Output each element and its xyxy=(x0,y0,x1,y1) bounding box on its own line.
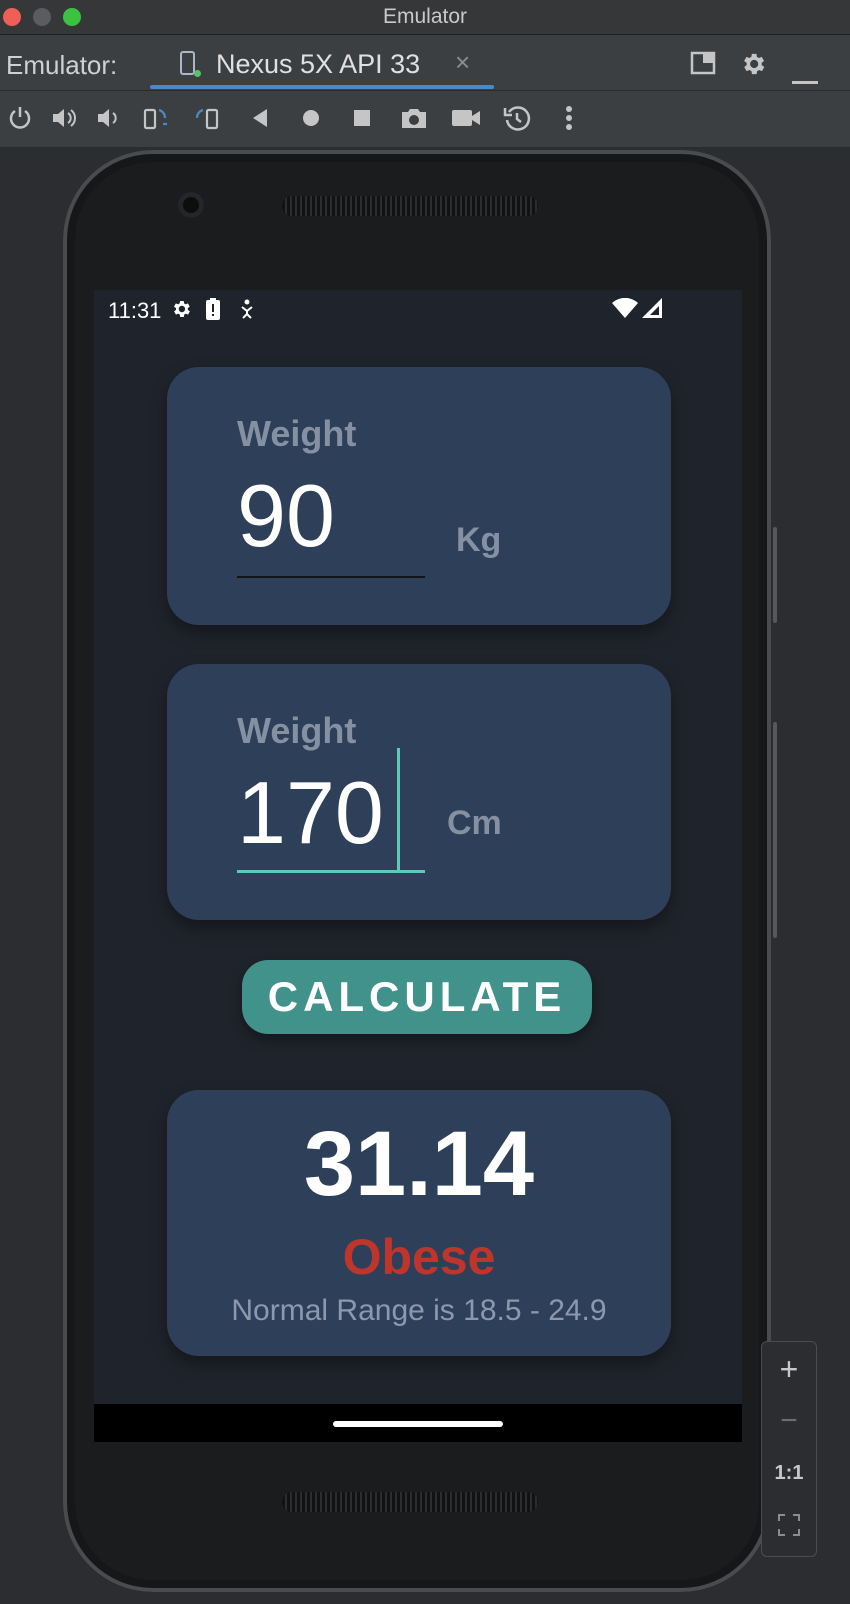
bmi-value: 31.14 xyxy=(303,1113,535,1215)
close-tab-icon[interactable]: × xyxy=(455,47,470,78)
device-running-indicator xyxy=(194,70,201,77)
calculate-button[interactable]: CALCULATE xyxy=(242,960,592,1034)
overview-icon[interactable] xyxy=(344,100,380,136)
weight-input-underline xyxy=(237,576,425,578)
status-time: 11:31 xyxy=(108,298,162,323)
window-title: Emulator xyxy=(382,5,468,28)
status-bar: 11:31 xyxy=(94,290,742,330)
home-gesture-handle[interactable] xyxy=(333,1421,503,1427)
weight-input[interactable]: 90 xyxy=(237,465,335,567)
battery-alert-icon xyxy=(206,298,220,325)
device-screen[interactable]: 11:31 Weight 90 Kg Weight 170 Cm CALCULA… xyxy=(94,290,742,1442)
device-tab-label: Nexus 5X API 33 xyxy=(216,49,421,79)
emulator-label: Emulator: xyxy=(6,50,118,80)
weight-label: Weight xyxy=(237,413,357,454)
vertical-scrollbar-segment[interactable] xyxy=(773,527,777,623)
volume-down-icon[interactable] xyxy=(90,100,126,136)
emulator-toolbar xyxy=(0,91,850,148)
height-label: Weight xyxy=(237,710,357,751)
screen-record-icon[interactable] xyxy=(448,100,484,136)
window-titlebar: Emulator xyxy=(0,0,850,35)
rotate-left-icon[interactable] xyxy=(137,100,173,136)
home-icon[interactable] xyxy=(293,100,329,136)
snapshot-icon[interactable] xyxy=(499,100,535,136)
zoom-out-button[interactable]: − xyxy=(762,1396,816,1446)
minimize-icon[interactable] xyxy=(792,61,818,92)
height-input[interactable]: 170 xyxy=(237,762,384,864)
window-mode-icon[interactable] xyxy=(690,50,716,83)
zoom-panel: + − 1:1 xyxy=(761,1341,817,1557)
more-icon[interactable] xyxy=(551,100,587,136)
normal-range-text: Normal Range is 18.5 - 24.9 xyxy=(231,1294,607,1327)
text-cursor xyxy=(397,748,400,870)
wifi-icon xyxy=(612,297,638,323)
vertical-scrollbar-thumb[interactable] xyxy=(773,722,777,938)
front-camera xyxy=(178,192,204,218)
accessibility-icon xyxy=(240,298,254,325)
result-card: 31.14 Obese Normal Range is 18.5 - 24.9 xyxy=(167,1090,671,1356)
settings-icon xyxy=(170,298,192,325)
weight-card: Weight 90 Kg xyxy=(167,367,671,625)
height-unit: Cm xyxy=(447,804,502,842)
screenshot-icon[interactable] xyxy=(396,100,432,136)
weight-unit: Kg xyxy=(456,521,502,559)
rotate-right-icon[interactable] xyxy=(189,100,225,136)
height-card: Weight 170 Cm xyxy=(167,664,671,920)
device-phone-icon xyxy=(180,51,195,75)
back-icon[interactable] xyxy=(242,100,278,136)
settings-icon[interactable] xyxy=(739,50,767,85)
active-tab-indicator xyxy=(150,85,494,89)
gesture-nav-bar xyxy=(94,1404,742,1442)
device-tab[interactable]: Nexus 5X API 33 × xyxy=(150,35,494,90)
power-icon[interactable] xyxy=(2,100,38,136)
zoom-actual-size-button[interactable]: 1:1 xyxy=(762,1448,816,1498)
zoom-in-button[interactable]: + xyxy=(762,1344,816,1394)
signal-icon xyxy=(642,298,662,323)
fit-screen-icon[interactable] xyxy=(762,1500,816,1550)
height-input-underline xyxy=(237,870,425,873)
volume-up-icon[interactable] xyxy=(46,100,82,136)
bmi-category: Obese xyxy=(342,1229,496,1285)
top-speaker-grille xyxy=(282,196,538,216)
emulator-tabbar: Emulator: Nexus 5X API 33 × xyxy=(0,35,850,91)
bottom-speaker-grille xyxy=(282,1492,538,1512)
